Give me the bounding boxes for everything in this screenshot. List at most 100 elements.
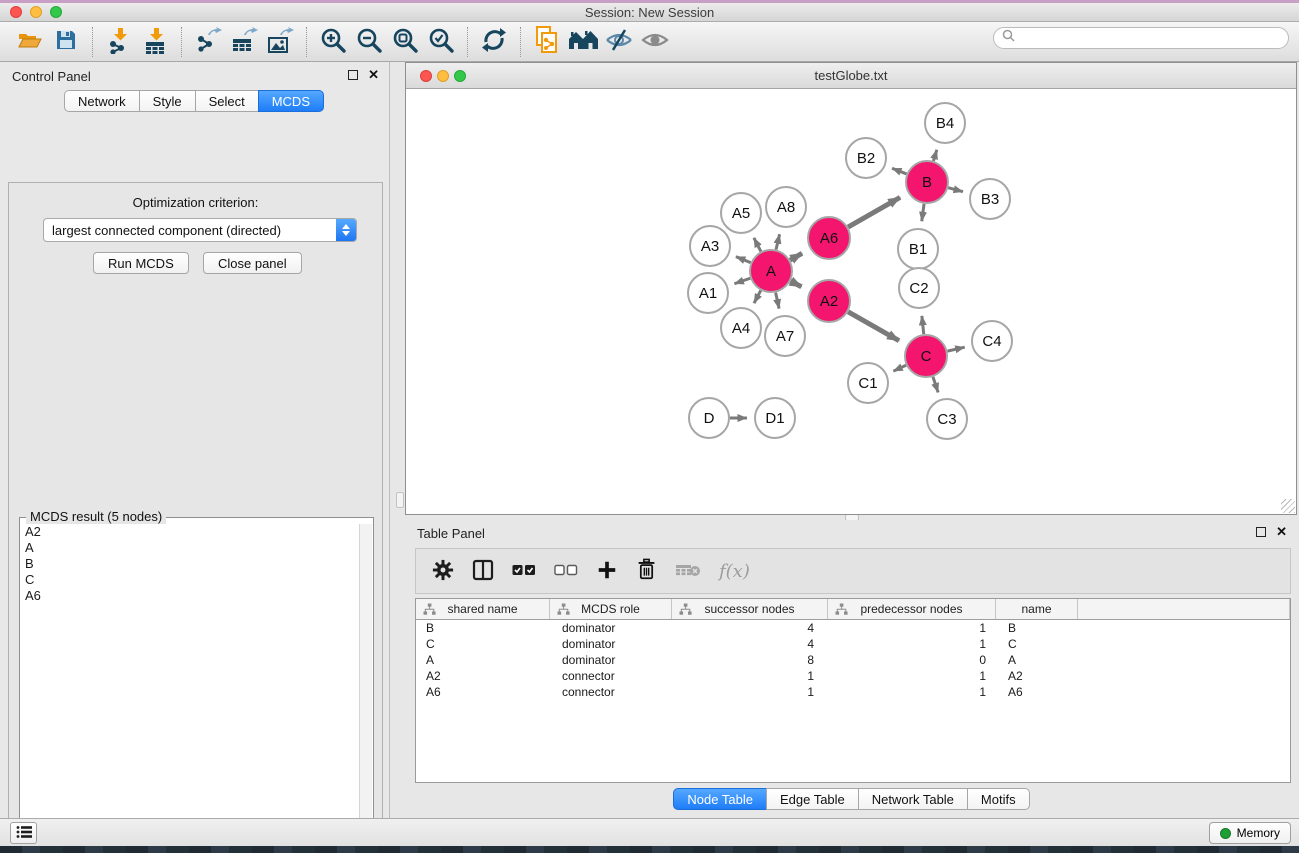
tab-select[interactable]: Select bbox=[195, 90, 259, 112]
table-cell[interactable]: 1 bbox=[828, 637, 996, 651]
edge-A-A4[interactable] bbox=[754, 290, 761, 303]
delete-row-button[interactable] bbox=[636, 556, 657, 586]
graph-node-B3[interactable]: B3 bbox=[970, 179, 1010, 219]
save-session-button[interactable] bbox=[48, 25, 84, 59]
table-cell[interactable]: 8 bbox=[672, 653, 828, 667]
zoom-selected-button[interactable] bbox=[423, 25, 459, 59]
mcds-result-scrollbar[interactable] bbox=[359, 524, 372, 847]
graph-node-C4[interactable]: C4 bbox=[972, 321, 1012, 361]
new-network-button[interactable] bbox=[529, 25, 565, 59]
task-history-button[interactable] bbox=[10, 822, 37, 844]
edge-B-B4[interactable] bbox=[933, 150, 936, 161]
edge-C-C1[interactable] bbox=[893, 365, 906, 371]
table-cell[interactable]: 1 bbox=[672, 685, 828, 699]
edge-B-B3[interactable] bbox=[948, 188, 963, 192]
table-row[interactable]: A6connector11A6 bbox=[416, 684, 1290, 700]
tab-style[interactable]: Style bbox=[139, 90, 196, 112]
graph-node-A3[interactable]: A3 bbox=[690, 226, 730, 266]
edge-A-A7[interactable] bbox=[776, 293, 779, 309]
column-header-mcds-role[interactable]: MCDS role bbox=[550, 599, 672, 619]
table-cell[interactable]: A bbox=[996, 653, 1078, 667]
graph-node-A8[interactable]: A8 bbox=[766, 187, 806, 227]
table-cell[interactable]: A2 bbox=[416, 669, 550, 683]
edge-B-B2[interactable] bbox=[892, 168, 906, 174]
graph-node-C2[interactable]: C2 bbox=[899, 268, 939, 308]
graph-node-A6[interactable]: A6 bbox=[808, 217, 850, 259]
column-header-predecessor-nodes[interactable]: predecessor nodes bbox=[828, 599, 996, 619]
delete-table-button[interactable] bbox=[675, 556, 701, 586]
table-cell[interactable]: 4 bbox=[672, 621, 828, 635]
export-network-button[interactable] bbox=[190, 25, 226, 59]
network-window-titlebar[interactable]: testGlobe.txt bbox=[406, 63, 1296, 89]
table-settings-button[interactable] bbox=[432, 556, 454, 586]
table-cell[interactable]: A6 bbox=[996, 685, 1078, 699]
show-column-panel-button[interactable] bbox=[472, 556, 494, 586]
column-header-name[interactable]: name bbox=[996, 599, 1078, 619]
import-table-button[interactable] bbox=[137, 25, 173, 59]
zoom-fit-button[interactable] bbox=[387, 25, 423, 59]
edge-A-A3[interactable] bbox=[736, 257, 751, 263]
table-cell[interactable]: 0 bbox=[828, 653, 996, 667]
graph-node-C3[interactable]: C3 bbox=[927, 399, 967, 439]
session-search-field[interactable] bbox=[993, 27, 1289, 49]
graph-node-B2[interactable]: B2 bbox=[846, 138, 886, 178]
window-resize-grip[interactable] bbox=[1281, 499, 1295, 513]
tab-motifs[interactable]: Motifs bbox=[967, 788, 1030, 810]
edge-C-C2[interactable] bbox=[922, 316, 924, 334]
table-cell[interactable]: A bbox=[416, 653, 550, 667]
export-table-button[interactable] bbox=[226, 25, 262, 59]
import-network-button[interactable] bbox=[101, 25, 137, 59]
graph-node-C1[interactable]: C1 bbox=[848, 363, 888, 403]
add-row-button[interactable] bbox=[596, 556, 618, 586]
table-cell[interactable]: dominator bbox=[550, 653, 672, 667]
edge-C-C4[interactable] bbox=[947, 347, 964, 351]
graph-node-C[interactable]: C bbox=[905, 335, 947, 377]
network-graph[interactable]: AA1A2A3A4A5A6A7A8BB1B2B3B4CC1C2C3C4DD1 bbox=[406, 89, 1296, 514]
tab-edge-table[interactable]: Edge Table bbox=[766, 788, 859, 810]
edge-B-B1[interactable] bbox=[922, 204, 924, 221]
table-cell[interactable]: 1 bbox=[828, 685, 996, 699]
deselect-all-button[interactable] bbox=[554, 556, 578, 586]
table-cell[interactable]: A2 bbox=[996, 669, 1078, 683]
table-row[interactable]: Adominator80A bbox=[416, 652, 1290, 668]
run-mcds-button[interactable]: Run MCDS bbox=[93, 252, 189, 274]
close-panel-button[interactable]: Close panel bbox=[203, 252, 302, 274]
table-cell[interactable]: A6 bbox=[416, 685, 550, 699]
float-table-panel-icon[interactable] bbox=[1256, 527, 1266, 537]
open-session-button[interactable] bbox=[12, 25, 48, 59]
column-header-shared-name[interactable]: shared name bbox=[416, 599, 550, 619]
show-details-button[interactable] bbox=[637, 25, 673, 59]
session-search-input[interactable] bbox=[1020, 31, 1288, 45]
graph-node-B[interactable]: B bbox=[906, 161, 948, 203]
graph-node-D1[interactable]: D1 bbox=[755, 398, 795, 438]
table-cell[interactable]: connector bbox=[550, 685, 672, 699]
edge-A-A5[interactable] bbox=[754, 238, 761, 252]
table-cell[interactable]: 1 bbox=[672, 669, 828, 683]
edge-A-A6[interactable] bbox=[790, 253, 802, 260]
table-cell[interactable]: B bbox=[996, 621, 1078, 635]
close-panel-icon[interactable]: ✕ bbox=[368, 70, 379, 80]
graph-node-A2[interactable]: A2 bbox=[808, 280, 850, 322]
graph-node-A[interactable]: A bbox=[750, 250, 792, 292]
zoom-in-button[interactable] bbox=[315, 25, 351, 59]
tab-mcds[interactable]: MCDS bbox=[258, 90, 324, 112]
table-cell[interactable]: connector bbox=[550, 669, 672, 683]
edge-A-A2[interactable] bbox=[791, 281, 802, 287]
graph-node-B4[interactable]: B4 bbox=[925, 103, 965, 143]
hide-details-button[interactable] bbox=[601, 25, 637, 59]
table-cell[interactable]: dominator bbox=[550, 621, 672, 635]
table-cell[interactable]: 4 bbox=[672, 637, 828, 651]
graph-node-A5[interactable]: A5 bbox=[721, 193, 761, 233]
export-image-button[interactable] bbox=[262, 25, 298, 59]
network-view[interactable]: AA1A2A3A4A5A6A7A8BB1B2B3B4CC1C2C3C4DD1 bbox=[406, 89, 1296, 514]
table-cell[interactable]: 1 bbox=[828, 669, 996, 683]
column-header-successor-nodes[interactable]: successor nodes bbox=[672, 599, 828, 619]
select-all-button[interactable] bbox=[512, 556, 536, 586]
edge-A-A8[interactable] bbox=[776, 234, 780, 249]
float-panel-icon[interactable] bbox=[348, 70, 358, 80]
tab-node-table[interactable]: Node Table bbox=[673, 788, 767, 810]
graph-node-A4[interactable]: A4 bbox=[721, 308, 761, 348]
edge-A6-B[interactable] bbox=[848, 197, 900, 227]
table-cell[interactable]: 1 bbox=[828, 621, 996, 635]
tab-network[interactable]: Network bbox=[64, 90, 140, 112]
